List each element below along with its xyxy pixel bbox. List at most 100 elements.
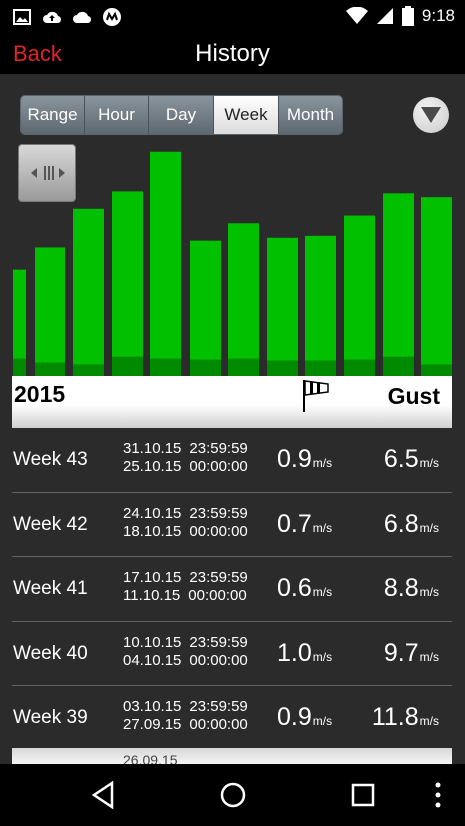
title-bar: Back History <box>0 34 465 74</box>
segment-day[interactable]: Day <box>149 96 214 134</box>
chart-bar-low <box>13 358 26 376</box>
battery-icon <box>401 6 414 26</box>
chart-bar <box>383 193 414 376</box>
week-label: Week 41 <box>13 578 88 599</box>
avg-value: 1.0 <box>277 638 312 667</box>
start-time: 00:00:00 <box>189 651 248 669</box>
end-date: 10.10.15 <box>123 633 182 651</box>
week-row[interactable]: Week 42 24.10.15 23:59:59 18.10.15 00:00:00 0… <box>12 493 452 557</box>
gust-value: 11.8 <box>371 703 419 731</box>
gust-value: 6.5 <box>383 445 419 473</box>
chart-bar <box>344 215 375 376</box>
week-row[interactable]: Week 43 31.10.15 23:59:59 25.10.15 00:00:00 0… <box>12 428 452 493</box>
recents-nav-icon[interactable] <box>350 780 376 810</box>
avg-value: 0.6 <box>277 574 312 602</box>
end-time: 23:59:59 <box>189 569 248 586</box>
segment-month[interactable]: Month <box>279 96 342 134</box>
start-date: 11.10.15 <box>123 587 181 604</box>
gust-unit: m/s <box>419 649 439 664</box>
week-row[interactable]: Week 39 03.10.15 23:59:59 27.09.15 00:00:00 0… <box>12 686 452 751</box>
week-row[interactable]: Week 41 17.10.15 23:59:59 11.10.15 00:00:00 0… <box>12 557 452 622</box>
segment-week[interactable]: Week <box>214 96 279 134</box>
avg-unit: m/s <box>312 649 333 664</box>
avg-value: 0.9 <box>277 445 312 473</box>
gust-unit: m/s <box>419 585 439 599</box>
chart-bar <box>190 240 221 376</box>
average-wind: 0.9m/s <box>277 445 332 474</box>
back-nav-icon[interactable] <box>90 780 116 810</box>
chart-scroll-handle[interactable] <box>18 144 76 202</box>
end-time: 23:59:59 <box>189 698 248 715</box>
period-segmented-control: Range Hour Day Week Month <box>20 95 343 135</box>
date-range: 03.10.15 23:59:59 27.09.15 00:00:00 <box>123 698 248 734</box>
segment-range[interactable]: Range <box>21 96 85 134</box>
chart-bar <box>267 237 298 376</box>
average-wind: 0.7m/s <box>277 510 332 539</box>
chart-bar-low <box>190 359 221 376</box>
gust-value: 6.8 <box>383 509 419 538</box>
windsock-icon <box>303 380 329 412</box>
start-time: 00:00:00 <box>189 522 248 540</box>
average-wind: 0.6m/s <box>277 574 332 603</box>
avg-unit: m/s <box>312 456 333 470</box>
chart-bar <box>228 223 259 376</box>
list-header: 2015 Gust <box>12 376 452 428</box>
chart-bar-low <box>73 364 104 376</box>
chart-bar <box>73 208 104 376</box>
end-date: 03.10.15 <box>123 698 182 715</box>
segment-hour[interactable]: Hour <box>85 96 149 134</box>
notification-icons <box>12 7 122 27</box>
gust-column-label: Gust <box>387 383 440 409</box>
end-date: 24.10.15 <box>123 504 182 522</box>
week-label: Week 39 <box>13 707 88 728</box>
app-logo-icon <box>103 8 121 26</box>
end-time: 23:59:59 <box>189 633 248 651</box>
gust-wind: 6.5m/s <box>384 445 439 474</box>
image-icon <box>13 9 31 25</box>
start-date: 27.09.15 <box>123 716 182 733</box>
more-vert-icon[interactable] <box>432 780 444 810</box>
navigation-bar <box>0 764 465 826</box>
date-range: 31.10.15 23:59:59 25.10.15 00:00:00 <box>123 440 248 476</box>
next-row-peek: 26.09.15 <box>123 752 178 764</box>
dropdown-button[interactable] <box>413 97 449 133</box>
history-content: Range Hour Day Week Month 2015 Gust Week… <box>0 74 465 764</box>
start-date: 18.10.15 <box>123 522 182 540</box>
triangle-down-icon <box>421 107 441 123</box>
gust-wind: 6.8m/s <box>384 510 439 539</box>
chart-bar <box>150 151 181 376</box>
date-range: 24.10.15 23:59:59 18.10.15 00:00:00 <box>123 505 248 541</box>
avg-unit: m/s <box>312 520 333 535</box>
average-wind: 0.9m/s <box>277 703 332 732</box>
end-time: 23:59:59 <box>189 504 248 522</box>
chart-bar <box>112 191 143 376</box>
status-bar: 9:18 <box>0 0 465 34</box>
chart-bar <box>421 197 452 376</box>
clock: 9:18 <box>421 6 455 25</box>
home-nav-icon[interactable] <box>219 780 247 810</box>
chart-bar-low <box>267 360 298 376</box>
drag-handle-icon <box>31 166 65 180</box>
year-label: 2015 <box>14 381 66 407</box>
week-row[interactable]: Week 40 10.10.15 23:59:59 04.10.15 00:00:00 1… <box>12 622 452 686</box>
chart-bar-low <box>150 358 181 376</box>
wifi-icon <box>345 7 368 24</box>
avg-unit: m/s <box>312 714 333 728</box>
week-label: Week 43 <box>13 449 88 470</box>
chart-bar-low <box>228 358 259 376</box>
avg-value: 0.7 <box>277 509 312 538</box>
chart-bar-low <box>344 359 375 376</box>
cloud-upload-icon <box>43 11 62 24</box>
start-time: 00:00:00 <box>189 458 248 475</box>
gust-wind: 11.8m/s <box>372 703 439 732</box>
chart-bar <box>35 247 65 376</box>
gust-value: 8.8 <box>383 574 419 602</box>
page-title: History <box>195 40 270 67</box>
chart-bar-low <box>112 356 143 376</box>
chart-bar-low <box>35 362 65 376</box>
status-right: 9:18 <box>345 6 455 26</box>
gust-wind: 8.8m/s <box>384 574 439 603</box>
cloud-icon <box>73 11 92 24</box>
gust-wind: 9.7m/s <box>384 639 439 668</box>
start-date: 04.10.15 <box>123 651 182 669</box>
